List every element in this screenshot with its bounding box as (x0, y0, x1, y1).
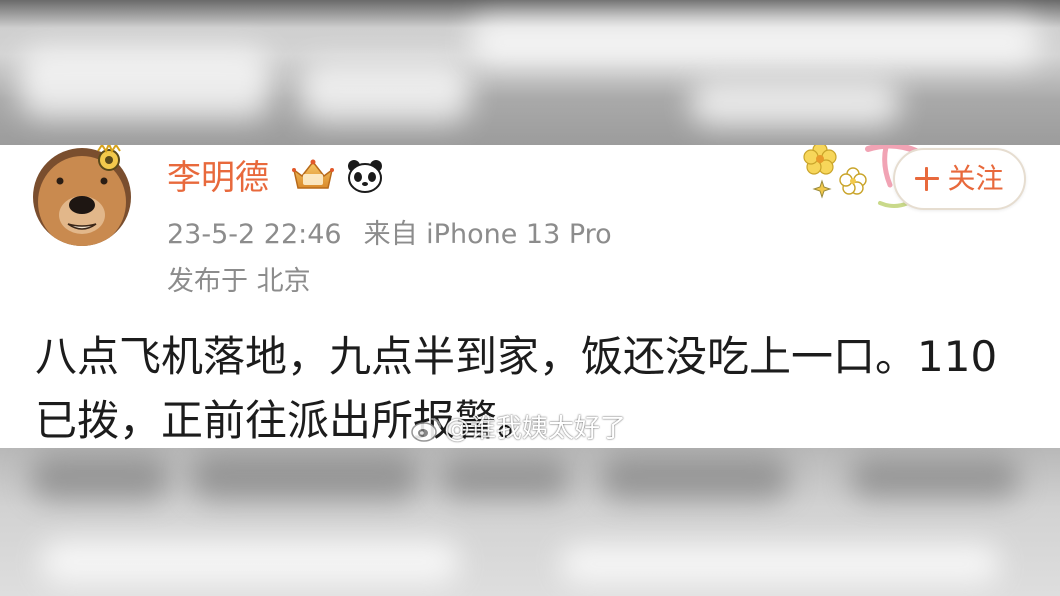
author-name[interactable]: 李明德 (167, 157, 269, 199)
weibo-logo-icon (411, 418, 441, 442)
post-timestamp[interactable]: 23-5-2 22:46 (167, 219, 342, 250)
blur-shape (690, 80, 900, 126)
blur-shape (190, 454, 420, 500)
panda-icon[interactable] (346, 158, 384, 194)
blur-shape (600, 456, 790, 500)
blur-shape (850, 458, 1020, 498)
crown-badge-icon[interactable] (290, 158, 336, 194)
follow-label: 关注 (947, 162, 1004, 195)
blurred-bottom-band (0, 448, 1060, 596)
blur-shape (40, 540, 460, 584)
blur-shape (300, 62, 470, 122)
avatar-ornament-icon (97, 145, 121, 171)
blur-shape (30, 456, 170, 500)
plus-icon (915, 167, 940, 191)
follow-button[interactable]: 关注 (893, 148, 1026, 210)
blur-shape (470, 18, 1040, 66)
post-location: 发布于 北京 (167, 266, 311, 297)
post-meta: 23-5-2 22:46 来自 iPhone 13 Pro (167, 217, 612, 253)
blur-shape (560, 544, 1000, 584)
post-source[interactable]: 来自 iPhone 13 Pro (364, 219, 612, 250)
watermark: @谁我姨太好了 (410, 411, 626, 447)
watermark-text: @谁我姨太好了 (444, 414, 627, 444)
weibo-post-card: 李明德 23-5-2 22:46 来自 iPhone 13 Pro 发布于 北京 (0, 145, 1060, 448)
blur-shape (440, 458, 570, 498)
blur-shape (20, 48, 270, 118)
blurred-top-band (0, 0, 1060, 145)
